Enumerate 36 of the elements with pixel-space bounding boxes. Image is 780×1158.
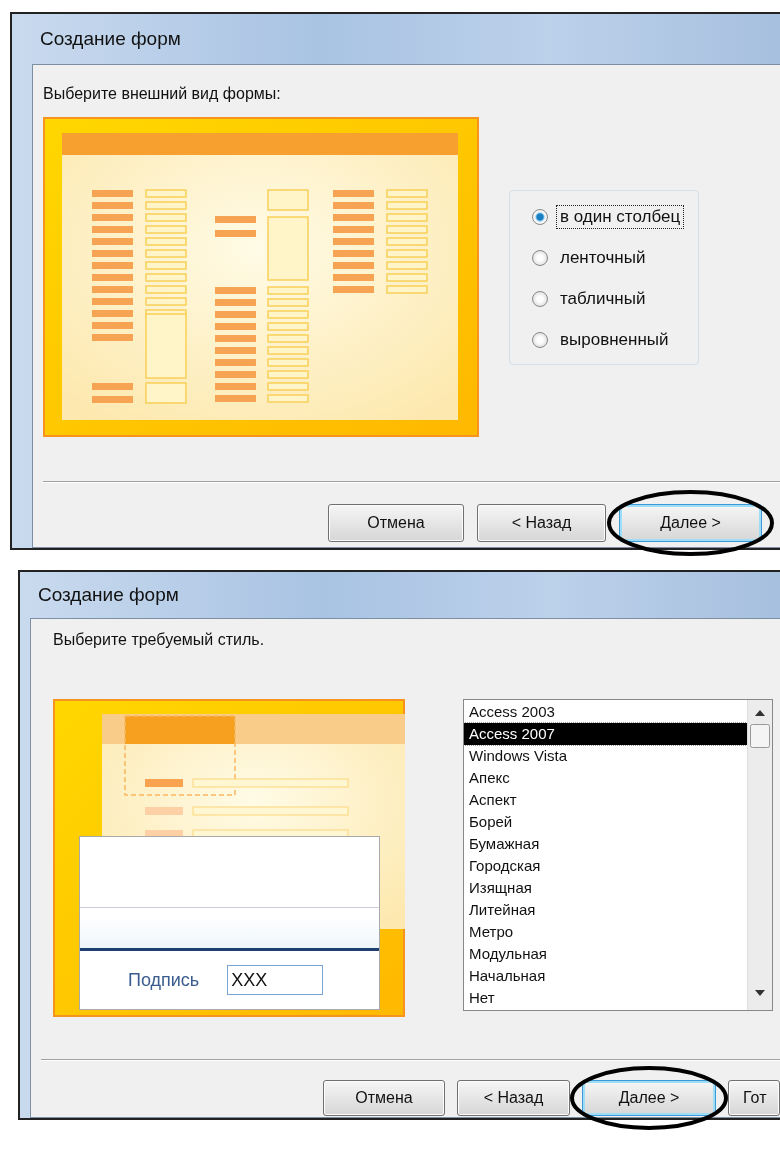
- list-item[interactable]: Модульная: [464, 943, 747, 965]
- scroll-thumb-icon[interactable]: [750, 724, 770, 748]
- list-item[interactable]: Начальная: [464, 965, 747, 987]
- list-item[interactable]: Аспект: [464, 789, 747, 811]
- list-item[interactable]: Метро: [464, 921, 747, 943]
- dialog-button[interactable]: Отмена: [328, 504, 464, 542]
- list-item[interactable]: Windows Vista: [464, 745, 747, 767]
- dialog-title: Создание форм: [39, 27, 182, 51]
- radio-button[interactable]: [532, 290, 548, 307]
- list-item[interactable]: Городская: [464, 855, 747, 877]
- list-item[interactable]: Access 2007: [464, 723, 747, 745]
- prompt-text: Выберите внешний вид формы:: [43, 85, 282, 103]
- dialog-button[interactable]: Гот: [728, 1080, 780, 1116]
- dialog-button[interactable]: Далее >: [582, 1080, 716, 1116]
- radio-button[interactable]: [532, 208, 548, 225]
- dialog-button[interactable]: Далее >: [619, 504, 762, 542]
- scroll-up-icon[interactable]: [755, 710, 765, 716]
- radio-option[interactable]: ленточный: [532, 245, 685, 270]
- list-item[interactable]: Изящная: [464, 877, 747, 899]
- dialog-title: Создание форм: [37, 583, 180, 607]
- dialog-button[interactable]: < Назад: [457, 1080, 570, 1116]
- scroll-down-icon[interactable]: [755, 990, 765, 996]
- list-item[interactable]: Нет: [464, 987, 747, 1009]
- radio-option[interactable]: выровненный: [532, 327, 685, 352]
- radio-option[interactable]: табличный: [532, 286, 685, 311]
- dialog-button[interactable]: Отмена: [323, 1080, 445, 1116]
- field-label: Подпись: [128, 969, 200, 991]
- list-item[interactable]: Борей: [464, 811, 747, 833]
- radio-button[interactable]: [532, 249, 548, 266]
- list-item[interactable]: Access 2003: [464, 701, 747, 723]
- list-item[interactable]: Литейная: [464, 899, 747, 921]
- dialog-button[interactable]: < Назад: [477, 504, 606, 542]
- radio-button[interactable]: [532, 331, 548, 348]
- prompt-text: Выберите требуемый стиль.: [53, 631, 266, 649]
- list-item[interactable]: Апекс: [464, 767, 747, 789]
- list-item[interactable]: Бумажная: [464, 833, 747, 855]
